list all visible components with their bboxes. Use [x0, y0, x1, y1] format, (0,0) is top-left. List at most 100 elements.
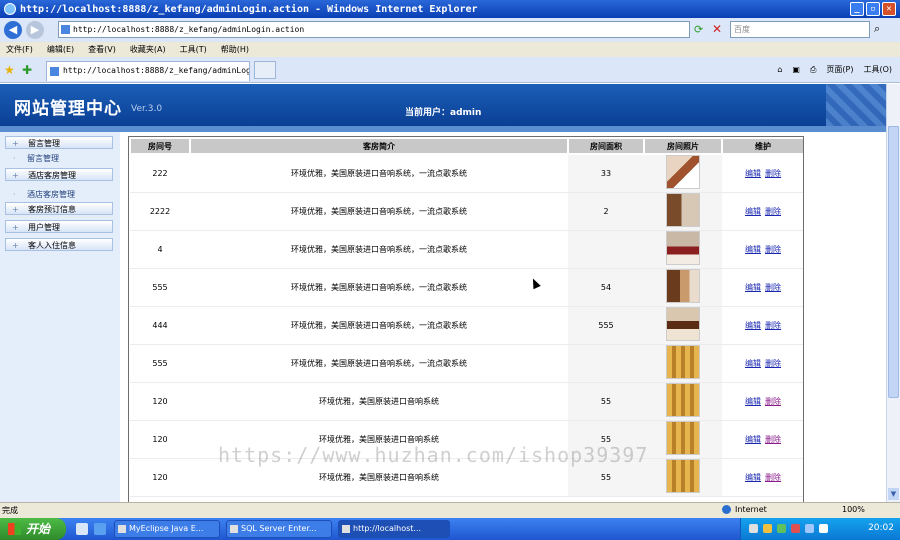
cell-room-number: 2222: [130, 192, 190, 231]
sidebar-item-room-mgmt[interactable]: 酒店客房管理: [5, 168, 113, 182]
close-button[interactable]: ✕: [882, 2, 896, 16]
room-photo-thumbnail[interactable]: [666, 383, 700, 417]
edit-link[interactable]: 编辑: [745, 359, 761, 368]
room-photo-thumbnail[interactable]: [666, 155, 700, 190]
edit-link[interactable]: 编辑: [745, 245, 761, 254]
tray-app-icon[interactable]: [791, 524, 800, 533]
menu-view[interactable]: 查看(V): [88, 44, 116, 55]
edit-link[interactable]: 编辑: [745, 321, 761, 330]
favorites-star-icon[interactable]: ★: [4, 63, 15, 77]
table-row: 2222 环境优雅，美国原装进口音响系统，一流点歌系统 2 编辑 删除: [130, 192, 803, 231]
table-row: 444 环境优雅，美国原装进口音响系统，一流点歌系统 555 编辑 删除: [130, 306, 803, 345]
tools-menu[interactable]: 工具(O): [863, 64, 892, 75]
room-photo-thumbnail[interactable]: [666, 421, 700, 455]
cell-room-intro: 环境优雅，美国原装进口音响系统，一流点歌系统: [190, 268, 568, 307]
task-sqlserver[interactable]: SQL Server Enter...: [226, 520, 332, 538]
menu-tools[interactable]: 工具(T): [180, 44, 207, 55]
tray-misc-icon[interactable]: [819, 524, 828, 533]
cell-room-area: 555: [568, 306, 644, 345]
sidebar-item-user-mgmt[interactable]: 用户管理: [5, 220, 113, 234]
scroll-thumb[interactable]: [888, 126, 899, 398]
sidebar-subitem-message-mgmt[interactable]: 留言管理: [5, 152, 113, 165]
new-tab-button[interactable]: [254, 61, 276, 79]
delete-link[interactable]: 删除: [765, 207, 781, 216]
back-button[interactable]: ◀: [4, 21, 22, 39]
forward-button[interactable]: ▶: [26, 21, 44, 39]
edit-link[interactable]: 编辑: [745, 397, 761, 406]
tab-title: http://localhost:8888/z_kefang/adminLogi…: [63, 66, 249, 75]
room-photo-thumbnail[interactable]: [666, 193, 700, 227]
cell-maintenance: 编辑 删除: [722, 420, 803, 459]
table-header-row: 房间号 客房简介 房间面积 房间照片 维护: [129, 137, 803, 155]
address-bar[interactable]: http://localhost:8888/z_kefang/adminLogi…: [58, 21, 690, 38]
minimize-button[interactable]: _: [850, 2, 864, 16]
delete-link[interactable]: 删除: [765, 473, 781, 482]
edit-link[interactable]: 编辑: [745, 473, 761, 482]
task-ie[interactable]: http://localhost...: [338, 520, 450, 538]
zoom-level[interactable]: 100%: [842, 505, 865, 514]
search-input[interactable]: 百度: [730, 21, 870, 38]
menu-help[interactable]: 帮助(H): [221, 44, 249, 55]
tray-volume-icon[interactable]: [805, 524, 814, 533]
cell-maintenance: 编辑 删除: [722, 192, 803, 231]
search-icon[interactable]: ⌕: [874, 22, 880, 36]
sidebar-item-guest-checkin[interactable]: 客人入住信息: [5, 238, 113, 252]
sidebar-subitem-room-mgmt[interactable]: 酒店客房管理: [5, 188, 113, 201]
edit-link[interactable]: 编辑: [745, 169, 761, 178]
start-button[interactable]: 开始: [0, 518, 66, 540]
room-photo-thumbnail[interactable]: [666, 345, 700, 379]
tray-network-icon[interactable]: [763, 524, 772, 533]
cell-room-intro: 环境优雅，美国原装进口音响系统，一流点歌系统: [190, 344, 568, 383]
restore-button[interactable]: ▫: [866, 2, 880, 16]
address-toolbar: ◀ ▶ http://localhost:8888/z_kefang/admin…: [0, 18, 900, 42]
room-photo-thumbnail[interactable]: [666, 269, 700, 303]
refresh-icon[interactable]: ⟳: [694, 23, 703, 36]
print-icon[interactable]: ⎙: [810, 65, 816, 75]
show-desktop-icon[interactable]: [76, 523, 88, 535]
edit-link[interactable]: 编辑: [745, 207, 761, 216]
watermark: https://www.huzhan.com/ishop39397: [218, 443, 649, 467]
room-photo-thumbnail[interactable]: [666, 459, 700, 493]
browser-tab[interactable]: http://localhost:8888/z_kefang/adminLogi…: [46, 61, 250, 81]
header-room-area: 房间面积: [567, 137, 645, 155]
vertical-scrollbar[interactable]: ▲ ▼: [886, 84, 900, 502]
stop-icon[interactable]: ✕: [712, 22, 722, 36]
delete-link[interactable]: 删除: [765, 283, 781, 292]
task-myeclipse[interactable]: MyEclipse Java E...: [114, 520, 220, 538]
add-favorite-icon[interactable]: ✚: [22, 63, 32, 77]
cell-room-number: 222: [130, 154, 190, 193]
edit-link[interactable]: 编辑: [745, 283, 761, 292]
status-bar: 完成 Internet 100%: [0, 502, 900, 518]
tray-keyboard-icon[interactable]: [749, 524, 758, 533]
cell-room-number: 120: [130, 382, 190, 421]
cell-maintenance: 编辑 删除: [722, 154, 803, 193]
delete-link[interactable]: 删除: [765, 245, 781, 254]
sidebar-item-message-mgmt[interactable]: 留言管理: [5, 136, 113, 150]
cell-room-number: 4: [130, 230, 190, 269]
cell-room-number: 444: [130, 306, 190, 345]
cell-room-area: 33: [568, 154, 644, 193]
delete-link[interactable]: 删除: [765, 397, 781, 406]
sidebar-item-booking-info[interactable]: 客房预订信息: [5, 202, 113, 216]
table-row: 120 环境优雅，美国原装进口音响系统 55 编辑 删除: [130, 382, 803, 421]
delete-link[interactable]: 删除: [765, 435, 781, 444]
sidebar: 留言管理 留言管理 酒店客房管理 酒店客房管理 客房预订信息 用户管理 客人入住…: [0, 132, 120, 502]
room-photo-thumbnail[interactable]: [666, 231, 700, 265]
delete-link[interactable]: 删除: [765, 169, 781, 178]
cell-room-area: 54: [568, 268, 644, 307]
scroll-down-icon[interactable]: ▼: [888, 488, 899, 500]
menu-edit[interactable]: 编辑(E): [47, 44, 74, 55]
ie-quicklaunch-icon[interactable]: [94, 523, 106, 535]
menu-file[interactable]: 文件(F): [6, 44, 33, 55]
header-room-photo: 房间照片: [643, 137, 723, 155]
cell-room-photo: [644, 420, 722, 459]
tray-shield-icon[interactable]: [777, 524, 786, 533]
feeds-icon[interactable]: ▣: [792, 65, 800, 74]
page-menu[interactable]: 页面(P): [826, 64, 853, 75]
room-photo-thumbnail[interactable]: [666, 307, 700, 341]
delete-link[interactable]: 删除: [765, 321, 781, 330]
home-icon[interactable]: ⌂: [777, 65, 782, 74]
edit-link[interactable]: 编辑: [745, 435, 761, 444]
delete-link[interactable]: 删除: [765, 359, 781, 368]
menu-favorites[interactable]: 收藏夹(A): [130, 44, 166, 55]
